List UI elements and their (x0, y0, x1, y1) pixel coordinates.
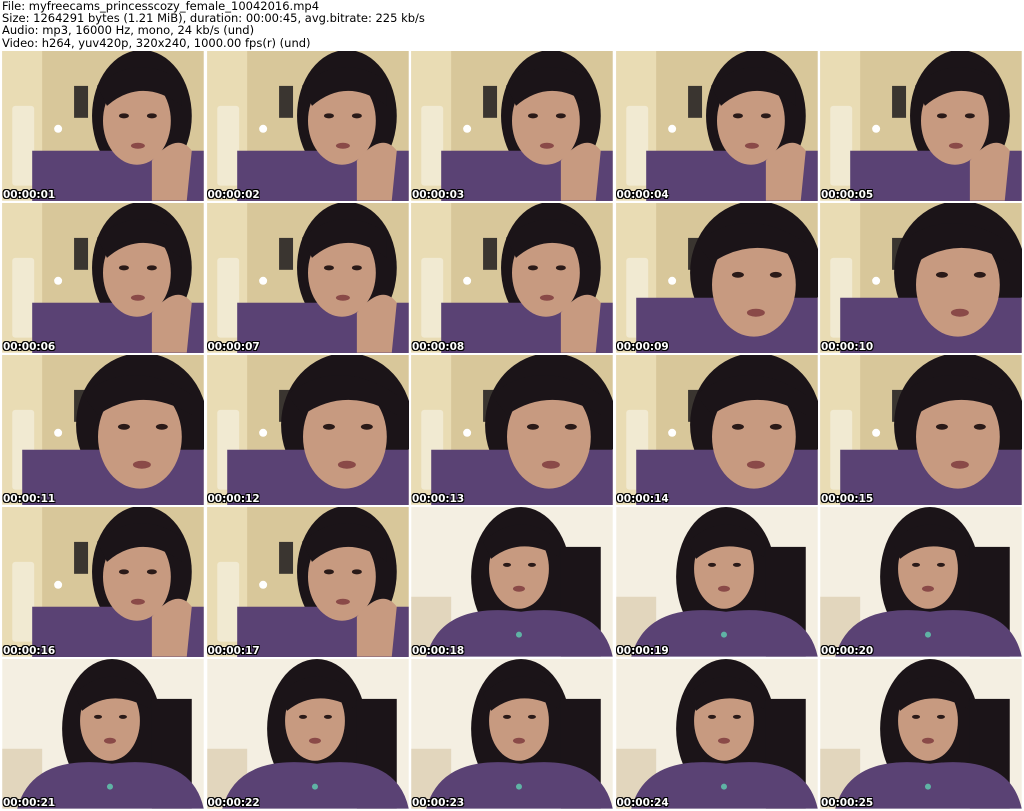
video-frame-thumbnail: 00:00:17 (206, 507, 409, 657)
video-frame-thumbnail: 00:00:01 (2, 51, 204, 201)
video-frame-thumbnail: 00:00:09 (615, 203, 818, 353)
frame-timestamp: 00:00:01 (3, 188, 56, 201)
video-frame-thumbnail: 00:00:14 (615, 355, 818, 505)
frame-timestamp: 00:00:20 (821, 644, 874, 657)
video-frame-thumbnail: 00:00:22 (206, 659, 409, 809)
frame-timestamp: 00:00:03 (412, 188, 465, 201)
frame-timestamp: 00:00:13 (412, 492, 465, 505)
video-frame-thumbnail: 00:00:07 (206, 203, 409, 353)
file-info-header: File: myfreecams_princesscozy_female_100… (2, 0, 425, 49)
frame-timestamp: 00:00:24 (616, 796, 669, 809)
video-frame-thumbnail: 00:00:10 (820, 203, 1022, 353)
frame-timestamp: 00:00:16 (3, 644, 56, 657)
video-frame-thumbnail: 00:00:02 (206, 51, 409, 201)
video-frame-thumbnail: 00:00:24 (615, 659, 818, 809)
video-frame-thumbnail: 00:00:13 (411, 355, 613, 505)
frame-timestamp: 00:00:12 (207, 492, 260, 505)
frame-timestamp: 00:00:22 (207, 796, 260, 809)
video-frame-thumbnail: 00:00:11 (2, 355, 204, 505)
frame-timestamp: 00:00:23 (412, 796, 465, 809)
video-frame-thumbnail: 00:00:05 (820, 51, 1022, 201)
frame-timestamp: 00:00:15 (821, 492, 874, 505)
frame-timestamp: 00:00:25 (821, 796, 874, 809)
frame-timestamp: 00:00:09 (616, 340, 669, 353)
video-frame-thumbnail: 00:00:20 (820, 507, 1022, 657)
video-frame-thumbnail: 00:00:15 (820, 355, 1022, 505)
frame-timestamp: 00:00:07 (207, 340, 260, 353)
video-info-line: Video: h264, yuv420p, 320x240, 1000.00 f… (2, 35, 311, 50)
video-frame-thumbnail: 00:00:04 (615, 51, 818, 201)
frame-timestamp: 00:00:02 (207, 188, 260, 201)
thumbnail-grid: 00:00:01 00:00:02 00:00:03 00:00:04 00:00:05… (2, 51, 1022, 809)
frame-timestamp: 00:00:17 (207, 644, 260, 657)
video-frame-thumbnail: 00:00:23 (411, 659, 613, 809)
video-frame-thumbnail: 00:00:25 (820, 659, 1022, 809)
video-frame-thumbnail: 00:00:03 (411, 51, 613, 201)
frame-timestamp: 00:00:21 (3, 796, 56, 809)
frame-timestamp: 00:00:14 (616, 492, 669, 505)
video-frame-thumbnail: 00:00:06 (2, 203, 204, 353)
frame-timestamp: 00:00:18 (412, 644, 465, 657)
video-frame-thumbnail: 00:00:21 (2, 659, 204, 809)
frame-timestamp: 00:00:04 (616, 188, 669, 201)
audio-info-line: Audio: mp3, 16000 Hz, mono, 24 kb/s (und… (2, 23, 255, 38)
video-frame-thumbnail: 00:00:16 (2, 507, 204, 657)
video-frame-thumbnail: 00:00:19 (615, 507, 818, 657)
frame-timestamp: 00:00:05 (821, 188, 874, 201)
video-frame-thumbnail: 00:00:18 (411, 507, 613, 657)
video-frame-thumbnail: 00:00:08 (411, 203, 613, 353)
video-frame-thumbnail: 00:00:12 (206, 355, 409, 505)
frame-timestamp: 00:00:11 (3, 492, 56, 505)
frame-timestamp: 00:00:19 (616, 644, 669, 657)
frame-timestamp: 00:00:10 (821, 340, 874, 353)
frame-timestamp: 00:00:06 (3, 340, 56, 353)
frame-timestamp: 00:00:08 (412, 340, 465, 353)
